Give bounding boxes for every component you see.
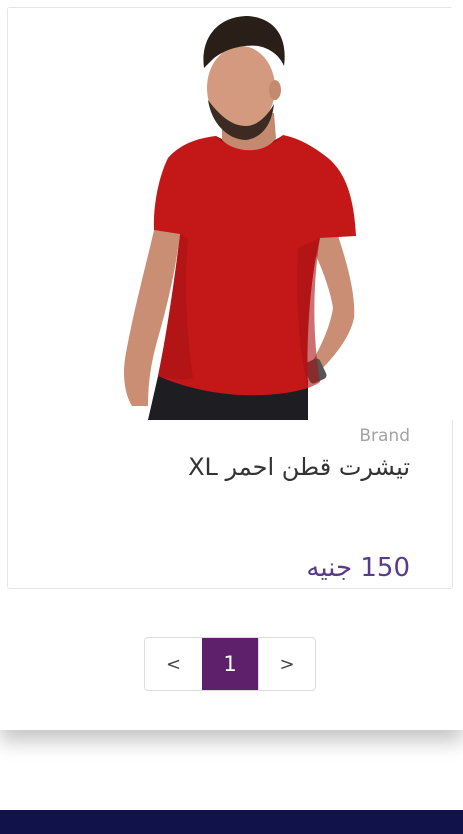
pagination: < 1 >: [144, 637, 316, 691]
footer-bar: [0, 810, 463, 834]
next-page-button[interactable]: >: [258, 638, 315, 690]
product-card[interactable]: Brand تيشرت قطن احمر XL 150 جنيه: [7, 7, 454, 589]
product-photo: [8, 8, 454, 420]
product-price: 150 جنيه: [306, 553, 410, 583]
page-1-button[interactable]: 1: [202, 638, 258, 690]
product-title[interactable]: تيشرت قطن احمر XL: [188, 453, 410, 481]
product-image[interactable]: [8, 8, 454, 420]
product-section: Brand تيشرت قطن احمر XL 150 جنيه < 1 >: [0, 0, 463, 730]
product-brand: Brand: [359, 426, 410, 446]
previous-page-button[interactable]: <: [145, 638, 202, 690]
